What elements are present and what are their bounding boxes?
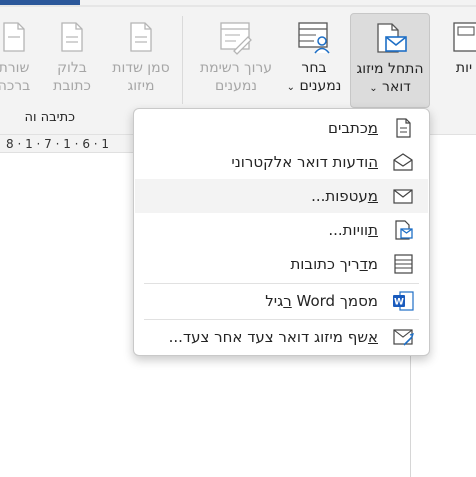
greeting-line-label-2: ברכה [0, 78, 31, 94]
letters-label: מכתבים [328, 119, 378, 137]
chevron-down-icon: ⌄ [369, 83, 378, 94]
select-recipients-button[interactable]: בחר נמענים ⌄ [280, 13, 348, 106]
normal-word-document-item[interactable]: W מסמך Word רגיל [135, 284, 428, 318]
highlight-doc-icon [130, 22, 152, 52]
greeting-line-label-1: שורת [0, 60, 30, 76]
start-mail-merge-icon [377, 23, 407, 53]
partial-create-label: יות [455, 60, 473, 76]
start-mail-merge-menu: מכתבים הודעות דואר אלקטרוני מעטפות... תו… [133, 108, 430, 356]
wizard-icon [393, 329, 414, 346]
ribbon-group-label: כתיבה וה [24, 110, 75, 125]
greeting-line-button[interactable]: שורת ברכה [0, 13, 38, 106]
address-block-label-2: כתובת [53, 78, 91, 94]
email-messages-label: הודעות דואר אלקטרוני [231, 153, 378, 171]
doc-icon [396, 118, 411, 138]
email-messages-item[interactable]: הודעות דואר אלקטרוני [135, 145, 428, 179]
label-sheet-icon [395, 220, 413, 240]
normal-word-document-label: מסמך Word רגיל [265, 292, 378, 310]
labels-item[interactable]: תוויות... [135, 213, 428, 247]
envelopes-label: מעטפות... [311, 187, 378, 205]
ruler-ticks: 8 · 1 · 7 · 1 · 6 · 1 [6, 137, 110, 151]
envelope-icon [393, 189, 413, 204]
select-recipients-icon [298, 22, 330, 54]
select-recipients-label-1: בחר [301, 60, 327, 76]
partial-doc-icon [453, 22, 476, 52]
start-mail-merge-label-1: התחל מיזוג [356, 61, 424, 77]
step-by-step-wizard-item[interactable]: אשף מיזוג דואר צעד אחר צעד... [135, 320, 428, 354]
svg-text:W: W [394, 298, 404, 308]
word-doc-icon: W [393, 291, 414, 311]
open-envelope-icon [393, 153, 413, 171]
address-block-label-1: בלוק [57, 60, 87, 76]
start-mail-merge-label-2: דואר [377, 79, 411, 95]
directory-item[interactable]: מדריך כתובות [135, 247, 428, 281]
greeting-line-icon [3, 22, 25, 52]
highlight-merge-fields-button[interactable]: סמן שדות מיזוג [110, 13, 172, 106]
highlight-merge-fields-label-2: מיזוג [127, 78, 155, 94]
chevron-down-icon: ⌄ [286, 82, 296, 93]
address-block-button[interactable]: בלוק כתובת [44, 13, 100, 106]
edit-recipient-list-label-2: נמענים [215, 78, 257, 94]
step-by-step-wizard-label: אשף מיזוג דואר צעד אחר צעד... [168, 328, 378, 346]
partial-create-button[interactable]: יות [444, 13, 476, 106]
directory-label: מדריך כתובות [290, 255, 378, 273]
start-mail-merge-button[interactable]: התחל מיזוג דואר ⌄ [350, 13, 430, 108]
ribbon-group-separator [182, 16, 183, 104]
edit-recipient-list-label-1: ערוך רשימת [199, 60, 273, 76]
edit-recipient-list-button[interactable]: ערוך רשימת נמענים [196, 13, 276, 106]
directory-icon [394, 254, 413, 274]
address-block-icon [61, 22, 83, 52]
envelopes-item[interactable]: מעטפות... [135, 179, 428, 213]
edit-list-icon [220, 22, 252, 55]
letters-item[interactable]: מכתבים [135, 111, 428, 145]
select-recipients-label-2: נמענים [295, 78, 342, 94]
labels-label: תוויות... [328, 221, 378, 239]
ribbon-top-border [0, 5, 476, 7]
highlight-merge-fields-label-1: סמן שדות [112, 60, 170, 76]
